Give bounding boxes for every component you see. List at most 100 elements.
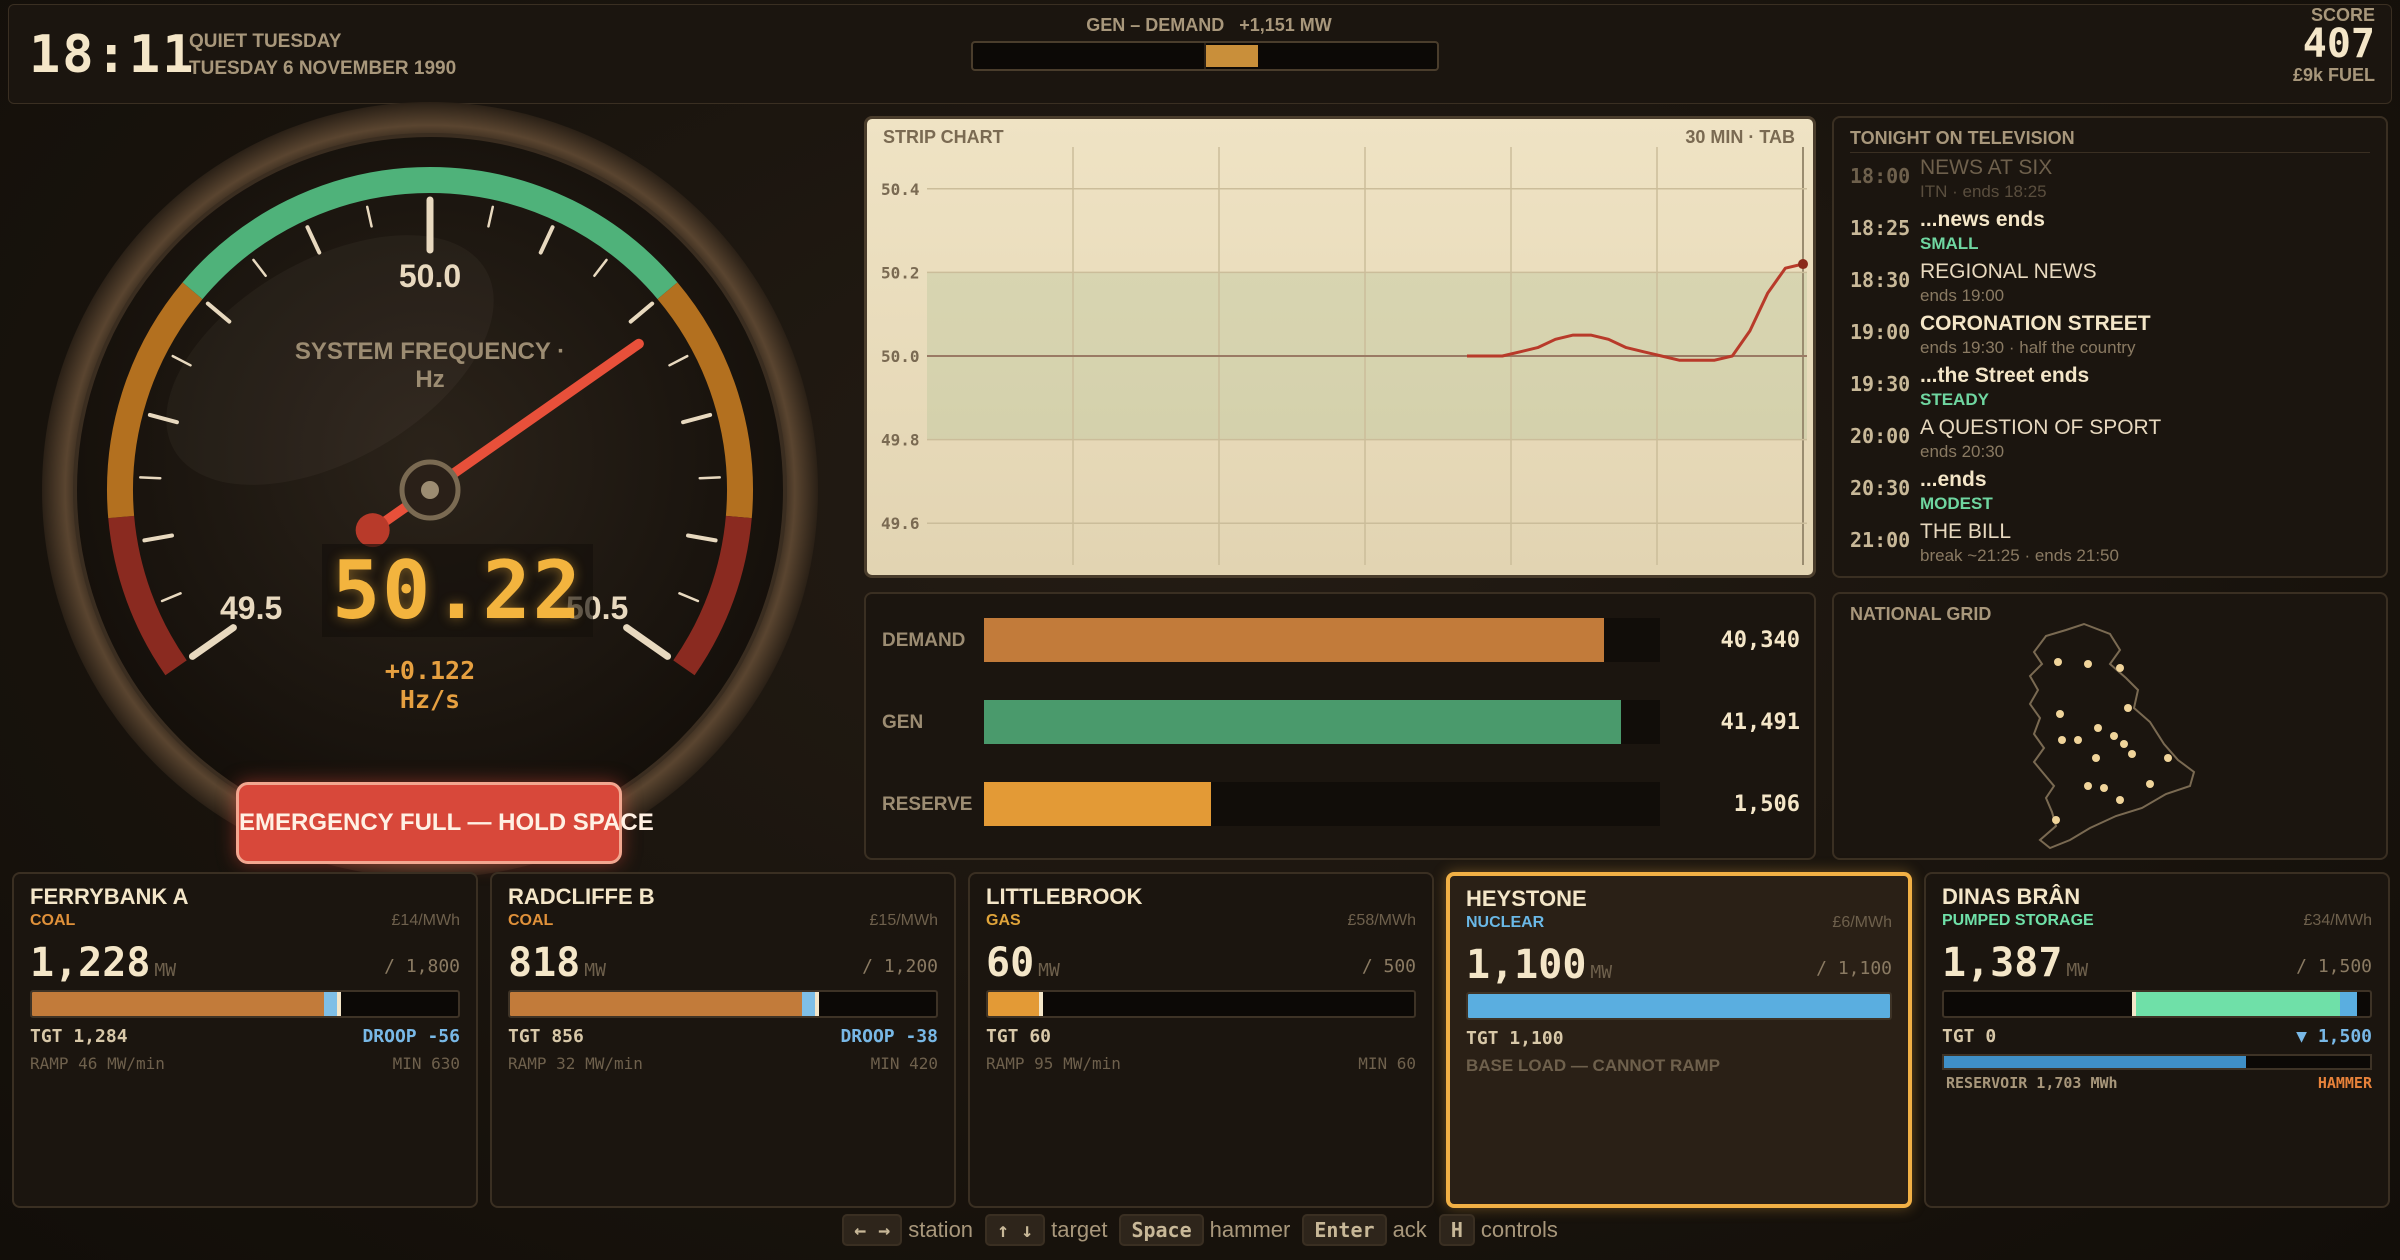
station-output-value: 818 bbox=[508, 940, 581, 986]
station-dot bbox=[2116, 664, 2124, 672]
station-output: 818 MW bbox=[508, 940, 606, 986]
station-droop: DROOP -38 bbox=[840, 1026, 938, 1047]
station-dot bbox=[2128, 750, 2136, 758]
station-target: TGT 0 bbox=[1942, 1026, 1997, 1047]
current-point bbox=[1798, 259, 1808, 270]
strip-chart-title: STRIP CHART bbox=[883, 127, 1004, 147]
station-card-dinas-br-n[interactable]: DINAS BRÂN PUMPED STORAGE £34/MWh 1,387 MW / … bbox=[1924, 872, 2390, 1208]
frequency-gauge bbox=[42, 102, 818, 878]
station-type: COAL bbox=[30, 912, 76, 929]
station-capacity: / 1,100 bbox=[1816, 958, 1892, 979]
station-card-ferrybank-a[interactable]: FERRYBANK A COAL £14/MWh 1,228 MW / 1,800 TGT … bbox=[12, 872, 478, 1208]
tv-item-time: 21:00 bbox=[1850, 528, 1911, 552]
tv-item: 19:00 CORONATION STREET ends 19:30 · half … bbox=[1850, 312, 2370, 364]
key-hint-hammer: Space bbox=[1119, 1214, 1204, 1246]
key-hint-ack: Enter bbox=[1302, 1214, 1387, 1246]
power-row-track bbox=[984, 700, 1660, 744]
tv-item-sub: ends 19:00 bbox=[1920, 286, 2005, 305]
tv-item: 19:30 ...the Street ends STEADY bbox=[1850, 364, 2370, 416]
station-output-value: 1,387 bbox=[1942, 940, 2063, 986]
station-output-fill bbox=[1468, 994, 1890, 1018]
tv-item-sub: MODEST bbox=[1920, 494, 1993, 513]
tv-item-time: 18:25 bbox=[1850, 216, 1911, 240]
station-dot bbox=[2058, 736, 2066, 744]
station-output: 60 MW bbox=[986, 940, 1060, 986]
station-cost: £15/MWh bbox=[869, 912, 938, 929]
station-droop: DROOP -56 bbox=[362, 1026, 460, 1047]
station-dot bbox=[2124, 704, 2132, 712]
date-label: TUESDAY 6 NOVEMBER 1990 bbox=[189, 58, 457, 79]
uk-grid-map bbox=[2028, 622, 2196, 850]
station-droop-band bbox=[323, 992, 338, 1016]
station-output-unit: MW bbox=[2066, 960, 2089, 981]
station-droop-band bbox=[801, 992, 816, 1016]
strip-chart: 50.4 50.2 50.0 49.8 49.6 bbox=[881, 147, 1808, 565]
reservoir-bar bbox=[1942, 1054, 2372, 1070]
station-output-unit: MW bbox=[1590, 962, 1613, 983]
key-hint-desc: ack bbox=[1392, 1217, 1427, 1242]
tv-item-sub: ends 19:30 · half the country bbox=[1920, 338, 2136, 357]
tv-item-time: 18:30 bbox=[1850, 268, 1911, 292]
station-output-tip bbox=[2339, 992, 2357, 1016]
power-row-value: 40,340 bbox=[1720, 628, 1800, 653]
station-dot bbox=[2116, 796, 2124, 804]
station-output: 1,387 MW bbox=[1942, 940, 2088, 986]
station-output-unit: MW bbox=[584, 960, 606, 981]
emergency-full-button[interactable]: EMERGENCY FULL — HOLD SPACE bbox=[236, 782, 654, 864]
station-card-littlebrook[interactable]: LITTLEBROOK GAS £58/MWh 60 MW / 500 TGT 60 RAMP… bbox=[968, 872, 1434, 1208]
station-card-radcliffe-b[interactable]: RADCLIFFE B COAL £15/MWh 818 MW / 1,200 TGT 85… bbox=[490, 872, 956, 1208]
tv-item-sub: STEADY bbox=[1920, 390, 1989, 409]
tv-item-time: 20:30 bbox=[1850, 476, 1911, 500]
station-dot bbox=[2100, 784, 2108, 792]
station-output: 1,228 MW bbox=[30, 940, 176, 986]
tv-item: 20:30 ...ends MODEST bbox=[1850, 468, 2370, 520]
station-base-load-note: BASE LOAD — CANNOT RAMP bbox=[1466, 1056, 1721, 1075]
key-hint-controls: H bbox=[1438, 1214, 1475, 1246]
station-ramp: RAMP 46 MW/min bbox=[30, 1054, 165, 1073]
gen-demand-value: +1,151 MW bbox=[1239, 15, 1332, 35]
gauge-tick bbox=[698, 476, 721, 480]
station-output-value: 60 bbox=[986, 940, 1035, 986]
tv-schedule-title: TONIGHT ON TELEVISION bbox=[1850, 128, 2075, 148]
station-ramp: RAMP 95 MW/min bbox=[986, 1054, 1121, 1073]
power-row-fill bbox=[984, 782, 1212, 826]
gauge-hub-cap bbox=[421, 481, 439, 499]
station-dot bbox=[2084, 660, 2092, 668]
station-target: TGT 1,100 bbox=[1466, 1028, 1564, 1049]
station-output-fill bbox=[510, 992, 802, 1016]
station-output-value: 1,100 bbox=[1466, 942, 1587, 988]
controls-help: ← → station ↑ ↓ target Space hammer Enter ack Hc… bbox=[0, 1214, 2400, 1254]
fuel-cost: £9k FUEL bbox=[2292, 65, 2375, 85]
power-row-gen: GEN 41,491 bbox=[866, 700, 1814, 744]
station-target: TGT 60 bbox=[986, 1026, 1052, 1047]
station-dot bbox=[2084, 782, 2092, 790]
tv-item-name: REGIONAL NEWS bbox=[1920, 260, 2097, 283]
power-row-value: 1,506 bbox=[1733, 792, 1800, 817]
station-name: HEYSTONE bbox=[1466, 886, 1587, 911]
station-name: DINAS BRÂN bbox=[1942, 884, 2081, 909]
station-name: FERRYBANK A bbox=[30, 884, 189, 909]
power-row-reserve: RESERVE 1,506 bbox=[866, 782, 1814, 826]
station-output-bar bbox=[508, 990, 938, 1018]
key-hint-desc: station bbox=[908, 1217, 974, 1242]
tv-item: 20:00 A QUESTION OF SPORT ends 20:30 bbox=[1850, 416, 2370, 468]
station-dot bbox=[2146, 780, 2154, 788]
station-output: 1,100 MW bbox=[1466, 942, 1612, 988]
station-card-heystone[interactable]: HEYSTONE NUCLEAR £6/MWh 1,100 MW / 1,100 TGT 1… bbox=[1446, 872, 1912, 1208]
station-dot bbox=[2074, 736, 2082, 744]
station-dot bbox=[2164, 754, 2172, 762]
tv-item-name: ...ends bbox=[1920, 468, 1987, 491]
tv-item-name: THE BILL bbox=[1920, 520, 2012, 543]
hammer-label: HAMMER bbox=[2317, 1074, 2372, 1092]
station-target-marker bbox=[2132, 992, 2137, 1016]
power-balance-panel: DEMAND 40,340 GEN 41,491 RESERVE 1,506 bbox=[864, 592, 1816, 860]
station-target-marker bbox=[815, 992, 820, 1016]
gauge-title: SYSTEM FREQUENCY · Hz bbox=[294, 338, 566, 393]
power-row-label: DEMAND bbox=[882, 630, 966, 651]
frequency-readout: 50.22 bbox=[322, 544, 593, 637]
y-tick-label: 49.6 bbox=[881, 514, 920, 533]
strip-chart-window-toggle[interactable]: 30 MIN · TAB bbox=[1685, 127, 1795, 148]
y-tick-label: 50.2 bbox=[881, 263, 920, 282]
tv-item-time: 19:30 bbox=[1850, 372, 1911, 396]
power-row-demand: DEMAND 40,340 bbox=[866, 618, 1814, 662]
